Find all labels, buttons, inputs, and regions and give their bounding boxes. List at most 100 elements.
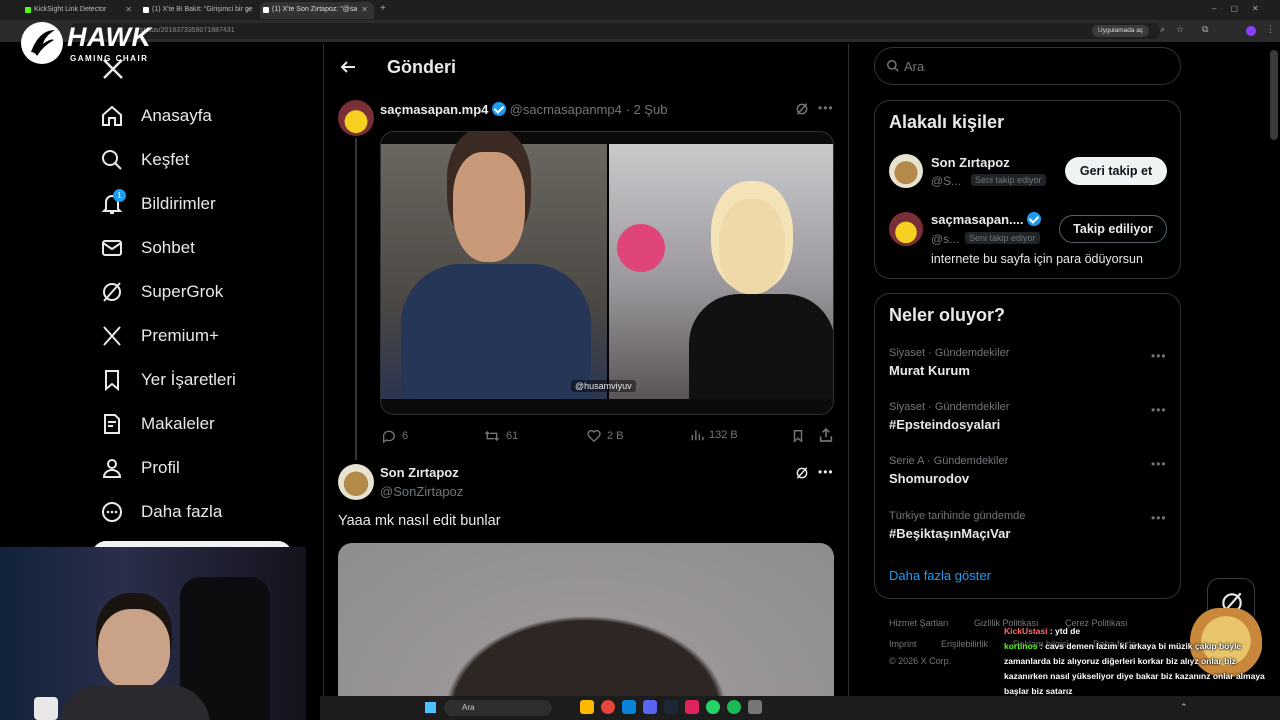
- close-icon[interactable]: ✕: [245, 5, 252, 14]
- footer-link[interactable]: Hizmet Şartları: [889, 618, 949, 628]
- search-input[interactable]: Ara: [874, 47, 1181, 85]
- nav-home[interactable]: Anasayfa: [100, 101, 212, 131]
- video-player[interactable]: @husamviyuv: [380, 131, 834, 415]
- video-person-suit: [401, 264, 591, 399]
- footer-link[interactable]: Erişilebilirlik: [941, 639, 988, 649]
- avatar[interactable]: [338, 464, 374, 500]
- browser-tab-active[interactable]: (1) X'te Son Zırtapoz: "@sa ✕: [260, 2, 374, 19]
- person-bio: internete bu sayfa için para ödüyorsun: [931, 252, 1143, 266]
- avatar[interactable]: [338, 100, 374, 136]
- trend-item[interactable]: Siyaset · Gündemdekiler #Epsteindosyalar…: [889, 401, 1009, 432]
- steam-icon[interactable]: [664, 700, 678, 714]
- author-name[interactable]: saçmasapan.mp4: [380, 102, 488, 117]
- nav-label: SuperGrok: [141, 282, 224, 301]
- menu-icon[interactable]: ⋮: [1266, 24, 1275, 35]
- nav-label: Anasayfa: [141, 106, 212, 125]
- tab-favicon: [25, 7, 31, 13]
- extensions-icon[interactable]: ⧉: [1202, 24, 1208, 35]
- author-name[interactable]: Son Zırtapoz: [380, 465, 459, 480]
- author-handle[interactable]: @sacmasapanmp4: [510, 102, 622, 117]
- more-options-icon[interactable]: •••: [818, 465, 834, 479]
- chat-message: KickUstasi : ytd de: [1004, 626, 1081, 636]
- taskbar-search[interactable]: Ara: [444, 700, 552, 716]
- x-logo-icon: [103, 326, 121, 346]
- trend-item[interactable]: Siyaset · Gündemdekiler Murat Kurum: [889, 347, 1009, 378]
- footer-link[interactable]: Imprint: [889, 639, 917, 649]
- page-title: Gönderi: [387, 57, 457, 77]
- reply-button[interactable]: 6: [381, 428, 408, 444]
- like-button[interactable]: 2 B: [586, 428, 624, 444]
- post-time[interactable]: 2 Şub: [633, 102, 667, 117]
- nav-explore[interactable]: Keşfet: [100, 145, 189, 175]
- app-icon[interactable]: [685, 700, 699, 714]
- spotify-icon[interactable]: [727, 700, 741, 714]
- chrome-icon[interactable]: [601, 700, 615, 714]
- post-media-image[interactable]: [338, 543, 834, 696]
- close-icon[interactable]: ✕: [361, 5, 368, 14]
- views-button[interactable]: 132 B: [690, 428, 738, 442]
- more-options-icon[interactable]: •••: [1151, 349, 1167, 363]
- follow-back-button[interactable]: Geri takip et: [1065, 157, 1167, 185]
- nav-label: Makaleler: [141, 414, 215, 433]
- following-button[interactable]: Takip ediliyor: [1059, 215, 1167, 243]
- browser-tab[interactable]: (1) X'te Bi Bakit: "Girişimci bir ge ✕: [140, 2, 258, 19]
- zoom-icon[interactable]: ⌕: [1160, 24, 1165, 35]
- nav-bookmarks[interactable]: Yer İşaretleri: [100, 365, 236, 395]
- grok-icon: [103, 282, 121, 302]
- share-icon[interactable]: [818, 427, 834, 448]
- star-icon[interactable]: ☆: [1176, 24, 1184, 35]
- windows-start-icon[interactable]: [425, 702, 436, 713]
- nav-articles[interactable]: Makaleler: [100, 409, 215, 439]
- app-icon[interactable]: [748, 700, 762, 714]
- person-name[interactable]: Son Zırtapoz: [931, 155, 1010, 170]
- more-options-icon[interactable]: •••: [818, 101, 834, 115]
- search-icon: [102, 150, 122, 170]
- nav-label: Sohbet: [141, 238, 195, 257]
- browser-tab[interactable]: KickSight Link Detector ✕: [22, 2, 138, 19]
- search-placeholder: Ara: [904, 59, 925, 74]
- repost-button[interactable]: 61: [483, 428, 518, 444]
- open-in-app-button[interactable]: Uygulamada aç: [1092, 25, 1150, 37]
- grok-icon[interactable]: [795, 466, 809, 485]
- more-options-icon[interactable]: •••: [1151, 403, 1167, 417]
- author-handle[interactable]: @SonZirtapoz: [380, 484, 463, 499]
- nav-premium[interactable]: Premium+: [100, 321, 219, 351]
- trend-item[interactable]: Serie A · Gündemdekiler Shomurodov: [889, 455, 1008, 486]
- tab-favicon: [143, 7, 149, 13]
- avatar[interactable]: [889, 212, 923, 246]
- nav-profile[interactable]: Profil: [100, 453, 180, 483]
- chat-text: ytd de: [1055, 626, 1081, 636]
- video-pink-ball: [617, 224, 665, 272]
- whatsapp-icon[interactable]: [706, 700, 720, 714]
- edge-icon[interactable]: [622, 700, 636, 714]
- show-more-link[interactable]: Daha fazla göster: [889, 568, 991, 583]
- x-logo-icon[interactable]: [101, 57, 125, 86]
- nav-supergrok[interactable]: SuperGrok: [100, 277, 223, 307]
- person-name[interactable]: saçmasapan....: [931, 212, 1024, 227]
- file-explorer-icon[interactable]: [580, 700, 594, 714]
- scrollbar[interactable]: [1270, 50, 1278, 140]
- more-options-icon[interactable]: •••: [1151, 511, 1167, 525]
- trend-item[interactable]: Türkiye tarihinde gündemde #BeşiktaşınMa…: [889, 510, 1025, 541]
- mail-icon: [102, 240, 122, 256]
- bookmark-icon[interactable]: [791, 428, 805, 449]
- window-controls[interactable]: –▢✕: [1212, 4, 1273, 13]
- address-bar[interactable]: status/2018373359071887431: [70, 23, 1160, 39]
- avatar[interactable]: [889, 154, 923, 188]
- tray-chevron-icon[interactable]: ⌃: [1180, 702, 1188, 713]
- nav-chat[interactable]: Sohbet: [100, 233, 195, 263]
- home-icon: [102, 105, 122, 126]
- more-options-icon[interactable]: •••: [1151, 457, 1167, 471]
- hawk-logo-icon: [21, 22, 63, 64]
- trend-name: Murat Kurum: [889, 363, 970, 378]
- profile-avatar[interactable]: [1246, 26, 1256, 36]
- heart-icon: [587, 430, 601, 443]
- trends-card: [874, 293, 1181, 599]
- discord-icon[interactable]: [643, 700, 657, 714]
- notification-badge: 1: [113, 189, 126, 202]
- grok-icon[interactable]: [795, 102, 809, 121]
- new-tab-button[interactable]: +: [380, 3, 386, 14]
- nav-more[interactable]: Daha fazla: [100, 497, 222, 527]
- back-arrow-icon[interactable]: [339, 58, 357, 81]
- close-icon[interactable]: ✕: [125, 5, 132, 14]
